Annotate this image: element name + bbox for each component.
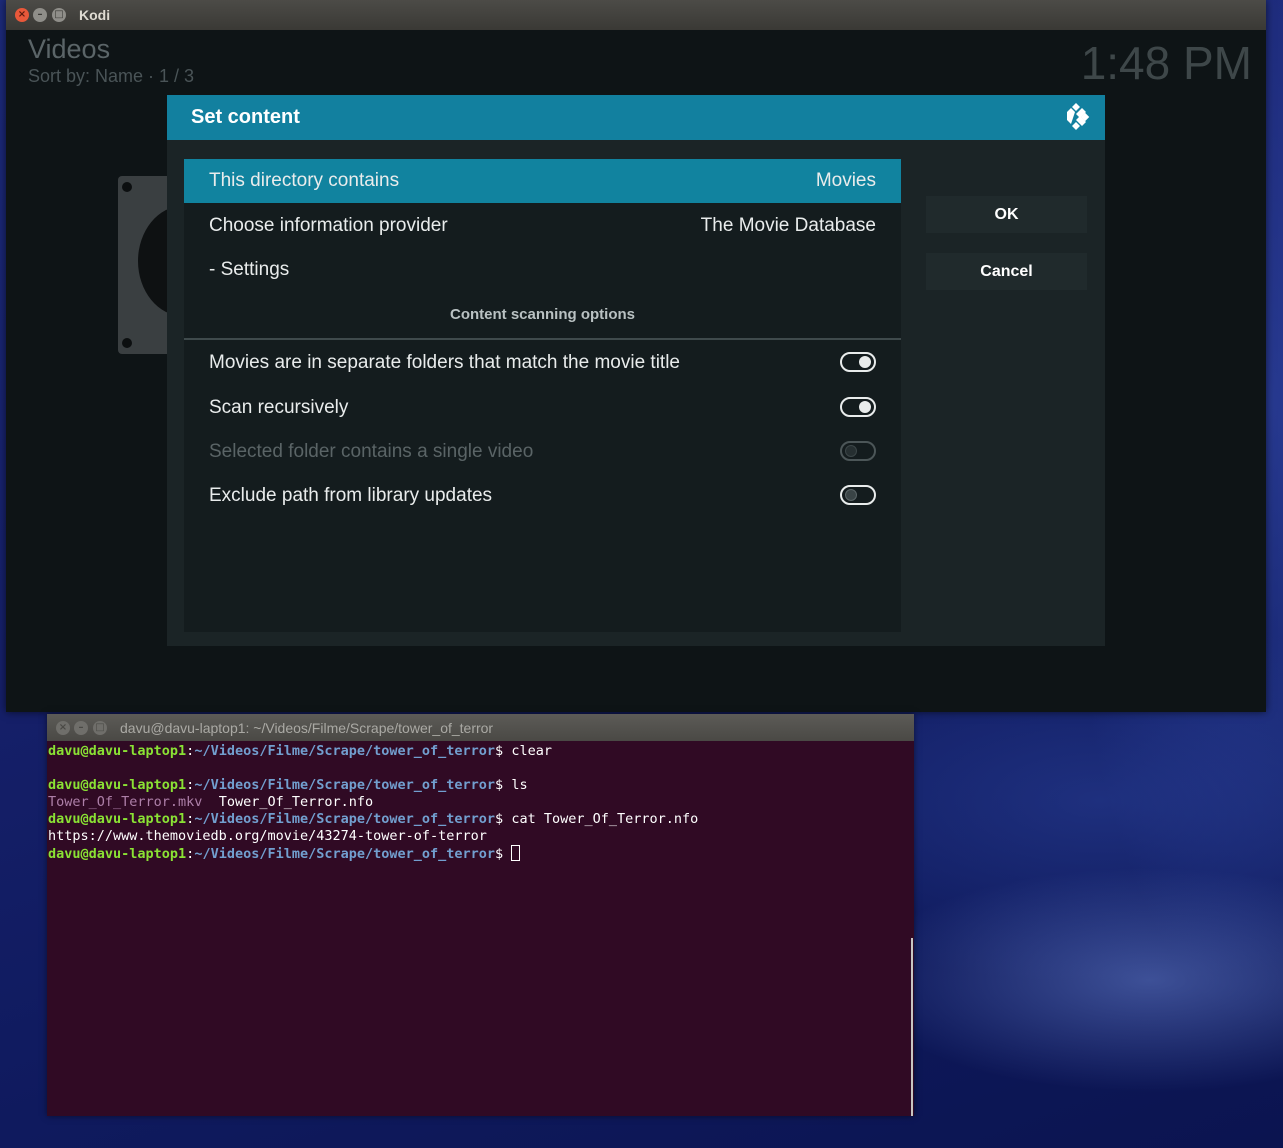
toggle-row-scan-recursively[interactable]: Scan recursively — [184, 386, 901, 430]
divider — [184, 338, 901, 340]
dialog-title: Set content — [191, 106, 300, 128]
toggle-switch — [840, 441, 876, 461]
maximize-icon[interactable]: □ — [52, 8, 66, 22]
command-output: https://www.themoviedb.org/movie/43274-t… — [48, 828, 487, 844]
prompt-path: ~/Videos/Filme/Scrape/tower_of_terror — [194, 777, 496, 793]
toggle-switch[interactable] — [840, 485, 876, 505]
command: clear — [511, 743, 552, 759]
maximize-icon[interactable]: □ — [93, 721, 107, 735]
row-label: - Settings — [209, 259, 290, 280]
thumb-hole — [122, 338, 132, 348]
clock: 1:48 PM — [1080, 37, 1252, 89]
row-label: Exclude path from library updates — [209, 485, 493, 506]
kodi-window: × – □ Kodi Videos Sort by: Name · 1 / 3 … — [6, 0, 1266, 712]
sort-info: Sort by: Name · 1 / 3 — [28, 66, 195, 86]
window-title: Kodi — [79, 7, 111, 23]
terminal-line: davu@davu-laptop1:~/Videos/Filme/Scrape/… — [48, 845, 908, 862]
command: ls — [511, 777, 528, 793]
prompt-path: ~/Videos/Filme/Scrape/tower_of_terror — [194, 743, 496, 759]
settings-list: This directory contains Movies Choose in… — [184, 159, 901, 632]
directory-contains-row[interactable]: This directory contains Movies — [184, 159, 901, 203]
terminal-window: × – □ davu@davu-laptop1: ~/Videos/Filme/… — [47, 714, 914, 1116]
thumb-hole — [122, 182, 132, 192]
toggle-switch[interactable] — [840, 397, 876, 417]
close-icon[interactable]: × — [15, 8, 29, 22]
kodi-logo-icon — [1067, 103, 1090, 130]
row-label: Scan recursively — [209, 397, 349, 418]
prompt-path: ~/Videos/Filme/Scrape/tower_of_terror — [194, 811, 496, 827]
row-label: Movies are in separate folders that matc… — [209, 352, 681, 373]
ok-button[interactable]: OK — [926, 196, 1087, 233]
file-entry: Tower_Of_Terror.mkv — [48, 794, 203, 810]
prompt-user: davu@davu-laptop1 — [48, 846, 187, 862]
file-entry: Tower_Of_Terror.nfo — [218, 794, 374, 810]
row-label: Choose information provider — [209, 215, 448, 236]
terminal-titlebar[interactable]: × – □ davu@davu-laptop1: ~/Videos/Filme/… — [47, 714, 914, 741]
dialog-header: Set content — [167, 95, 1105, 140]
terminal-title: davu@davu-laptop1: ~/Videos/Filme/Scrape… — [120, 720, 494, 736]
toggle-row-separate-folders[interactable]: Movies are in separate folders that matc… — [184, 341, 901, 385]
prompt-path: ~/Videos/Filme/Scrape/tower_of_terror — [194, 846, 496, 862]
toggle-knob — [845, 445, 857, 457]
kodi-content: Videos Sort by: Name · 1 / 3 1:48 PM Set… — [6, 30, 1266, 712]
text-cursor — [511, 845, 521, 861]
minimize-icon[interactable]: – — [74, 721, 88, 735]
terminal-line: davu@davu-laptop1:~/Videos/Filme/Scrape/… — [48, 811, 699, 827]
row-label: Selected folder contains a single video — [209, 441, 534, 462]
toggle-knob — [859, 401, 871, 413]
toggle-knob — [859, 356, 871, 368]
cancel-button[interactable]: Cancel — [926, 253, 1087, 290]
row-value: The Movie Database — [700, 215, 876, 236]
prompt-user: davu@davu-laptop1 — [48, 777, 187, 793]
prompt-user: davu@davu-laptop1 — [48, 811, 187, 827]
terminal-line: davu@davu-laptop1:~/Videos/Filme/Scrape/… — [48, 743, 552, 759]
settings-row[interactable]: - Settings — [184, 248, 901, 292]
toggle-knob — [845, 489, 857, 501]
row-value: Movies — [815, 170, 876, 191]
terminal-line: Tower_Of_Terror.mkv Tower_Of_Terror.nfo — [48, 794, 908, 811]
close-icon[interactable]: × — [56, 721, 70, 735]
toggle-switch[interactable] — [840, 352, 876, 372]
row-label: This directory contains — [209, 170, 400, 191]
minimize-icon[interactable]: – — [33, 8, 47, 22]
page-title: Videos — [28, 34, 111, 64]
terminal-output[interactable]: davu@davu-laptop1:~/Videos/Filme/Scrape/… — [48, 743, 908, 1113]
terminal-line: davu@davu-laptop1:~/Videos/Filme/Scrape/… — [48, 777, 528, 793]
terminal-line: https://www.themoviedb.org/movie/43274-t… — [48, 828, 908, 845]
terminal-scrollbar[interactable] — [911, 938, 913, 1116]
prompt-user: davu@davu-laptop1 — [48, 743, 187, 759]
kodi-titlebar[interactable]: × – □ Kodi — [6, 0, 1266, 30]
section-title: Content scanning options — [450, 306, 635, 323]
toggle-row-exclude-path[interactable]: Exclude path from library updates — [184, 474, 901, 518]
command: cat Tower_Of_Terror.nfo — [511, 811, 699, 827]
set-content-dialog: Set content This directory contains Movi… — [167, 95, 1105, 646]
toggle-row-single-video: Selected folder contains a single video — [184, 430, 901, 474]
information-provider-row[interactable]: Choose information provider The Movie Da… — [184, 204, 901, 248]
